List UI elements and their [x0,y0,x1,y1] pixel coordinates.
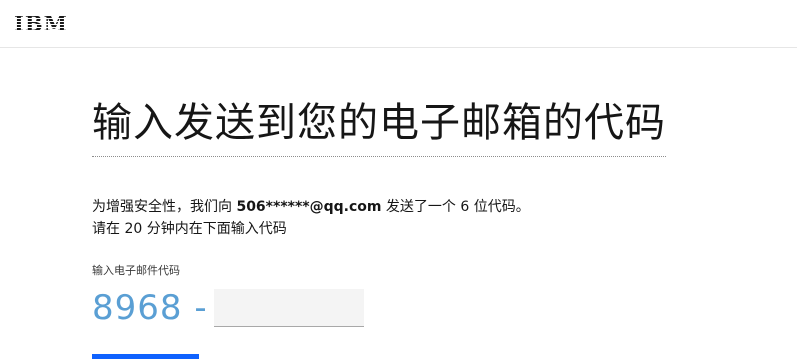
submit-button[interactable] [92,354,199,359]
code-entry-row: 8968 - [92,286,364,330]
instruction-text: 为增强安全性，我们向 506******@qq.com 发送了一个 6 位代码。… [92,196,530,240]
masked-email: 506******@qq.com [236,199,382,215]
code-prefix: 8968 - [92,288,208,328]
instruction-line-1: 为增强安全性，我们向 506******@qq.com 发送了一个 6 位代码。 [92,196,530,218]
instruction-suffix: 发送了一个 6 位代码。 [381,199,530,215]
code-field-label: 输入电子邮件代码 [92,264,180,277]
instruction-line-2: 请在 20 分钟内在下面输入代码 [92,221,287,237]
page: IBM 输入发送到您的电子邮箱的代码 为增强安全性，我们向 506******@… [0,0,797,359]
instruction-prefix: 为增强安全性，我们向 [92,199,237,215]
page-title: 输入发送到您的电子邮箱的代码 [92,92,666,157]
email-code-input[interactable] [213,289,364,327]
ibm-logo[interactable]: IBM [14,10,68,38]
header-bar: IBM [0,0,797,48]
